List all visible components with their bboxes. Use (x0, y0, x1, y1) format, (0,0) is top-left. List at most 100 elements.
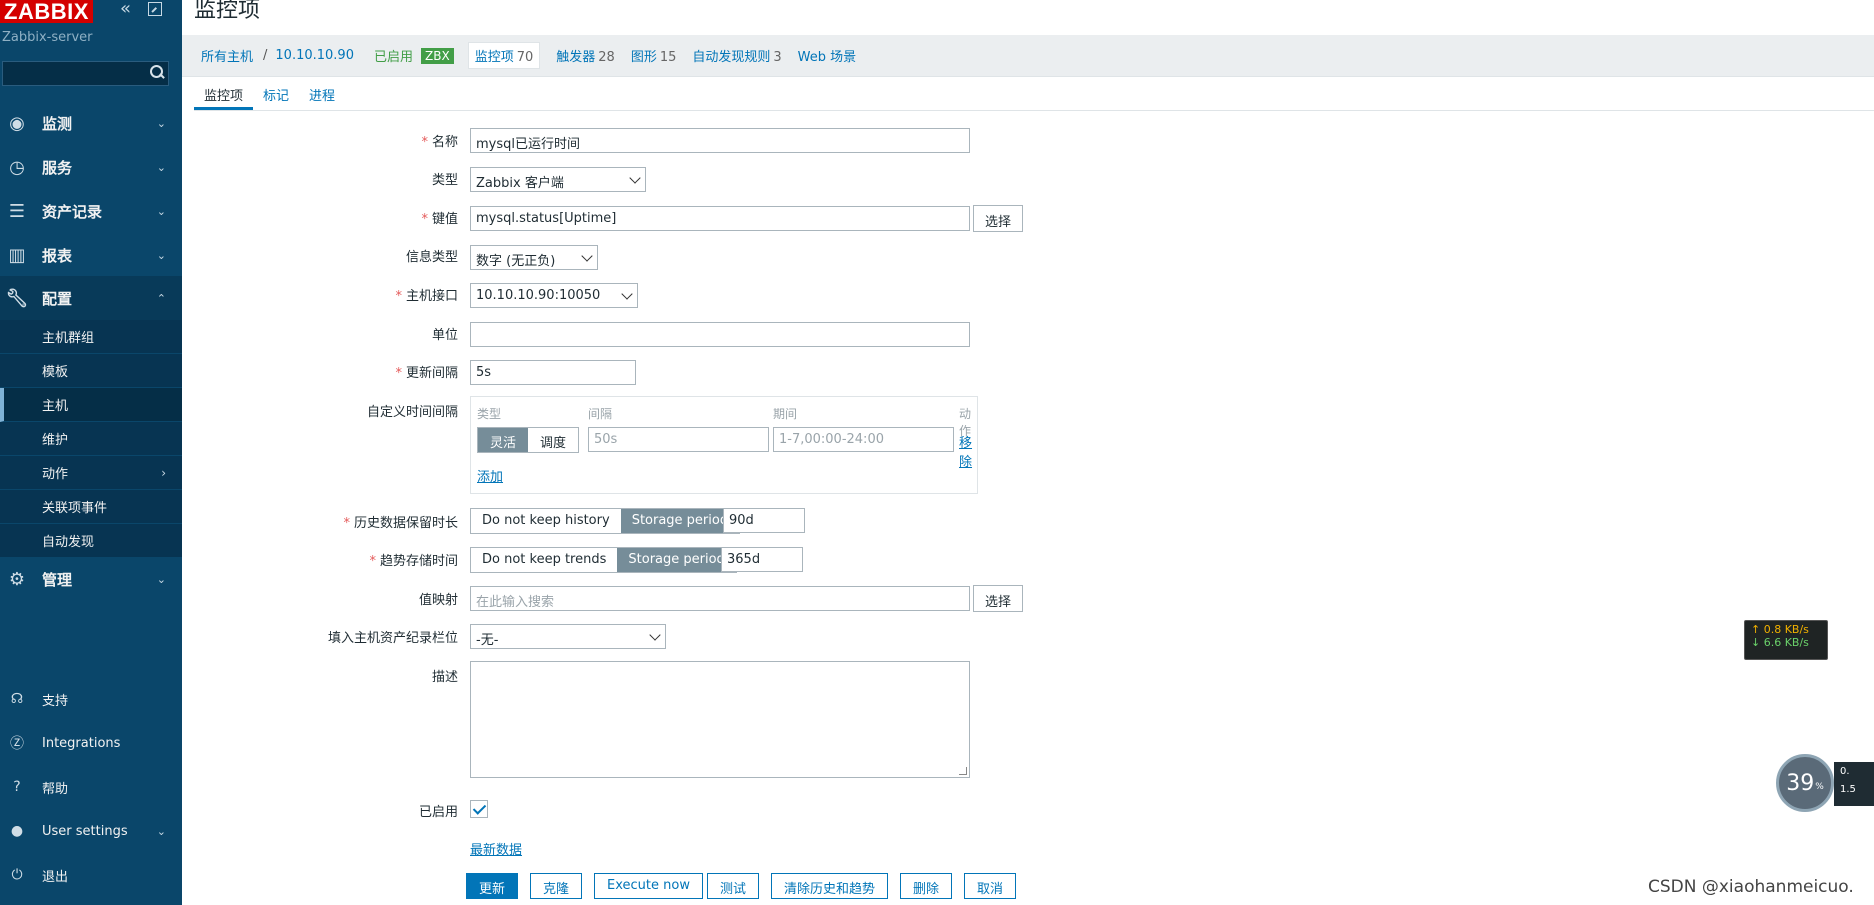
valuemap-input[interactable]: 在此输入搜索 (470, 586, 970, 611)
submenu-host-groups[interactable]: 主机群组 (0, 320, 182, 354)
submenu-actions[interactable]: 动作 › (0, 456, 182, 490)
execute-now-button[interactable]: Execute now (594, 873, 703, 899)
history-no-keep-option[interactable]: Do not keep history (471, 509, 621, 533)
host-status-enabled[interactable]: 已启用 (374, 46, 413, 65)
trends-storage-option[interactable]: Storage period (617, 548, 736, 572)
tab-item[interactable]: 监控项 (194, 80, 254, 110)
inventory-select[interactable]: -无- (470, 624, 666, 649)
ci-type-toggle: 灵活 调度 (477, 427, 580, 453)
update-button[interactable]: 更新 (466, 873, 519, 899)
gauge-side-bottom: 1.5 (1840, 784, 1856, 795)
submenu-templates[interactable]: 模板 (0, 354, 182, 388)
type-select[interactable]: Zabbix 客户端 (470, 167, 646, 192)
menu-user-settings[interactable]: ● User settings ⌄ (0, 814, 182, 848)
submenu-label: 维护 (42, 433, 69, 448)
breadcrumb-web[interactable]: Web 场景 (798, 46, 856, 65)
menu-reports[interactable]: ▥ 报表 ⌄ (0, 233, 182, 277)
menu-support[interactable]: ☊ 支持 (0, 682, 182, 716)
breadcrumb-discovery-count: 3 (773, 50, 782, 65)
breadcrumb-separator: / (263, 48, 268, 63)
menu-label: 帮助 (42, 781, 69, 797)
tab-preprocessing[interactable]: 进程 (299, 80, 345, 110)
breadcrumb-graphs[interactable]: 图形 15 (631, 46, 677, 65)
ci-add-link[interactable]: 添加 (477, 466, 503, 485)
valuemap-select-button[interactable]: 选择 (973, 585, 1024, 612)
test-button[interactable]: 测试 (707, 873, 760, 899)
clear-history-button[interactable]: 清除历史和趋势 (771, 873, 889, 899)
ci-interval-input[interactable]: 50s (588, 427, 769, 452)
resize-handle-icon[interactable] (959, 767, 967, 775)
chevron-down-icon: ⌄ (156, 204, 166, 218)
units-input[interactable] (470, 322, 970, 347)
label-history-text: 历史数据保留时长 (353, 516, 458, 531)
sidebar-search-input[interactable] (2, 61, 169, 86)
menu-administration[interactable]: ⚙ 管理 ⌄ (0, 557, 182, 601)
breadcrumb-items[interactable]: 监控项 70 (467, 42, 541, 69)
info-type-select[interactable]: 数字 (无正负) (470, 245, 598, 270)
menu-configuration[interactable]: 🔧︎ 配置 ⌃ (0, 276, 182, 320)
chevron-down-icon: ⌄ (156, 248, 166, 262)
menu-signout[interactable]: ⏻ 退出 (0, 858, 182, 892)
collapse-sidebar-icon[interactable]: « (120, 0, 140, 20)
breadcrumb-items-count: 70 (516, 50, 534, 65)
server-name: Zabbix-server (2, 30, 93, 45)
sidebar: ZABBIX « Zabbix-server ◉ 监测 ⌄ ◷ 服务 ⌄ ☰ 资… (0, 0, 182, 905)
gauge-unit: % (1815, 782, 1824, 792)
submenu-event-correlation[interactable]: 关联项事件 (0, 490, 182, 524)
kiosk-mode-icon[interactable] (148, 2, 162, 16)
history-input[interactable]: 90d (723, 508, 805, 533)
submenu-label: 主机 (42, 399, 69, 414)
menu-monitoring[interactable]: ◉ 监测 ⌄ (0, 101, 182, 145)
key-select-button[interactable]: 选择 (973, 205, 1024, 232)
trends-no-keep-option[interactable]: Do not keep trends (471, 548, 618, 572)
ci-scheduling-option[interactable]: 调度 (528, 428, 579, 452)
menu-inventory[interactable]: ☰ 资产记录 ⌄ (0, 189, 182, 233)
delete-button[interactable]: 删除 (900, 873, 953, 899)
breadcrumb-triggers[interactable]: 触发器 28 (556, 46, 615, 65)
list-icon: ☰ (8, 200, 26, 222)
custom-intervals-table: 类型 间隔 期间 动作 灵活 调度 50s 1-7,00:00-24:00 移除… (470, 396, 978, 494)
ci-header-period: 期间 (773, 407, 798, 421)
cancel-button[interactable]: 取消 (964, 873, 1017, 899)
ci-remove-link[interactable]: 移除 (959, 432, 977, 470)
interval-input[interactable]: 5s (470, 360, 636, 385)
menu-services[interactable]: ◷ 服务 ⌄ (0, 145, 182, 189)
chevron-right-icon: › (161, 465, 166, 480)
chevron-down-icon: ⌄ (156, 824, 166, 838)
history-toggle: Do not keep history Storage period (470, 508, 741, 534)
description-textarea[interactable] (470, 661, 970, 778)
chevron-down-icon: ⌄ (156, 116, 166, 130)
breadcrumb-all-hosts[interactable]: 所有主机 (201, 46, 253, 65)
menu-help[interactable]: ? 帮助 (0, 770, 182, 804)
name-input[interactable]: mysql已运行时间 (470, 128, 970, 153)
network-speed-widget[interactable]: ↑ 0.8 KB/s ↓ 6.6 KB/s (1744, 620, 1828, 660)
key-input[interactable]: mysql.status[Uptime] (470, 206, 970, 231)
history-storage-option[interactable]: Storage period (620, 509, 740, 533)
label-interval-text: 更新间隔 (405, 366, 458, 381)
submenu-discovery[interactable]: 自动发现 (0, 524, 182, 558)
search-icon[interactable] (150, 65, 164, 79)
breadcrumb-host[interactable]: 10.10.10.90 (275, 48, 354, 63)
menu-label: 报表 (42, 246, 73, 265)
submenu-maintenance[interactable]: 维护 (0, 422, 182, 456)
ci-period-input[interactable]: 1-7,00:00-24:00 (773, 427, 954, 452)
submenu-label: 模板 (42, 365, 69, 380)
interface-select[interactable]: 10.10.10.90:10050 (470, 283, 638, 308)
submenu-hosts[interactable]: 主机 (0, 388, 182, 422)
label-key-text: 键值 (431, 212, 458, 227)
ci-flexible-option[interactable]: 灵活 (478, 428, 529, 452)
cpu-gauge[interactable]: 39% (1776, 754, 1834, 812)
breadcrumb-discovery-label: 自动发现规则 (692, 50, 771, 65)
trends-input[interactable]: 365d (721, 547, 803, 572)
menu-label: 管理 (42, 570, 73, 589)
latest-data-link[interactable]: 最新数据 (470, 839, 522, 858)
zabbix-logo[interactable]: ZABBIX (0, 0, 93, 23)
enabled-checkbox[interactable] (470, 800, 488, 818)
clone-button[interactable]: 克隆 (530, 873, 583, 899)
menu-integrations[interactable]: Ⓩ Integrations (0, 726, 182, 760)
bar-chart-icon: ▥ (8, 244, 26, 266)
csdn-watermark: CSDN @xiaohanmeicuo. (1648, 877, 1854, 897)
label-trends-text: 趋势存储时间 (379, 554, 458, 569)
breadcrumb-discovery[interactable]: 自动发现规则 3 (692, 46, 781, 65)
tab-tags[interactable]: 标记 (253, 80, 299, 110)
